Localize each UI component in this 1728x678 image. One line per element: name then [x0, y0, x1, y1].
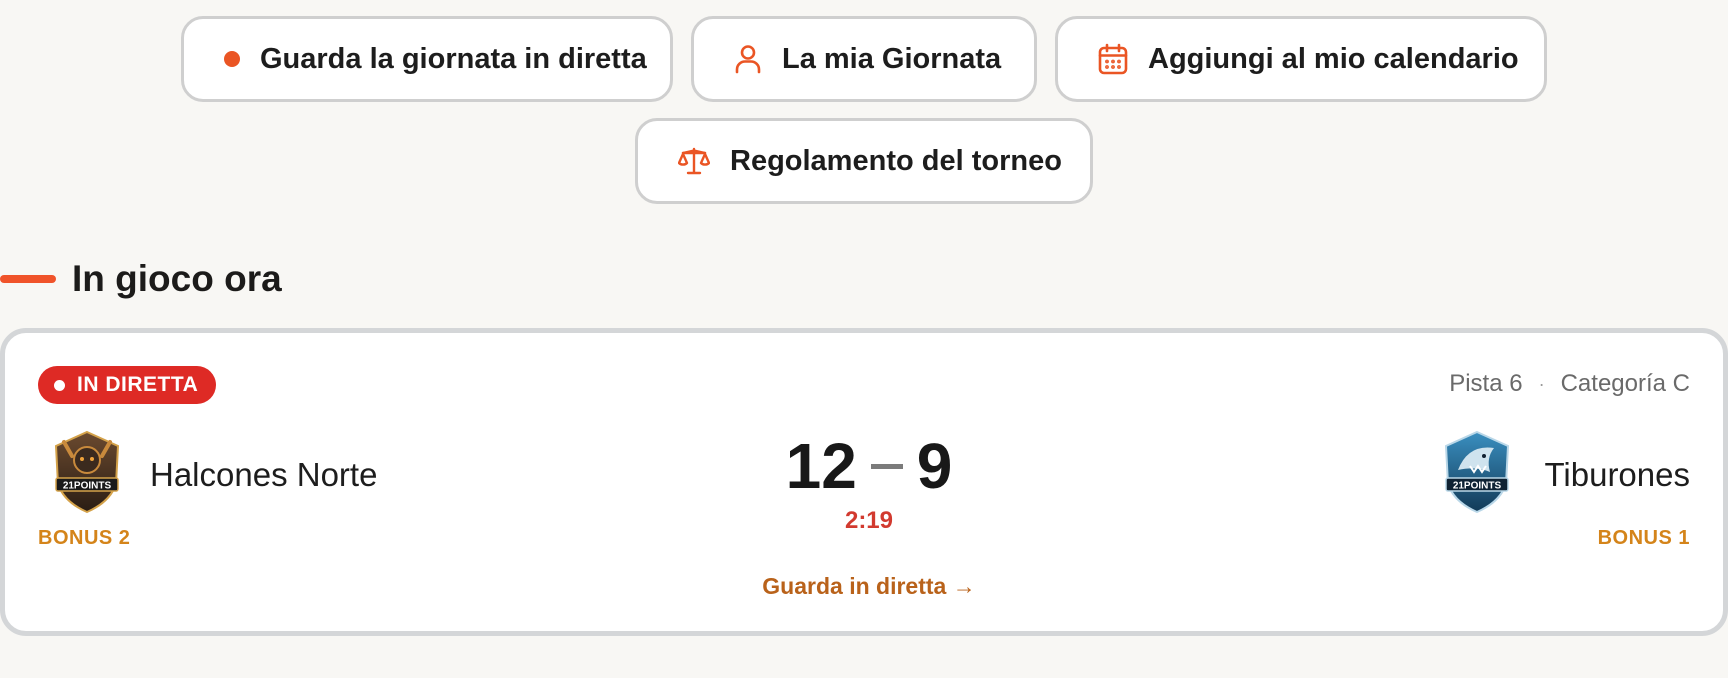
live-status-label: IN DIRETTA: [77, 373, 199, 396]
live-dot-icon: [224, 43, 240, 75]
now-playing-header: In gioco ora: [0, 258, 282, 300]
action-buttons: Guarda la giornata in diretta La mia Gio…: [0, 16, 1728, 204]
add-to-calendar-label: Aggiungi al mio calendario: [1148, 42, 1519, 75]
section-title: In gioco ora: [72, 258, 282, 299]
scoreboard: 12 9: [5, 429, 1728, 503]
add-to-calendar-button[interactable]: Aggiungi al mio calendario: [1055, 16, 1547, 102]
section-accent-bar: [0, 275, 56, 283]
category-label: Categoría C: [1560, 370, 1690, 397]
match-meta: Pista 6 · Categoría C: [1449, 370, 1690, 398]
home-score: 12: [785, 430, 857, 502]
user-icon: [734, 43, 762, 75]
my-day-button[interactable]: La mia Giornata: [691, 16, 1037, 102]
scale-icon: [678, 145, 710, 177]
score-dash: [870, 463, 903, 469]
match-clock: 2:19: [844, 507, 894, 534]
live-status-badge: IN DIRETTA: [38, 366, 217, 404]
meta-separator: ·: [1538, 373, 1545, 394]
watch-live-link[interactable]: Guarda in diretta →: [5, 573, 1728, 600]
court-label: Pista 6: [1449, 370, 1523, 397]
calendar-icon: [1098, 43, 1128, 75]
watch-day-live-button[interactable]: Guarda la giornata in diretta: [181, 16, 673, 102]
live-dot-icon: [54, 379, 65, 391]
watch-day-live-label: Guarda la giornata in diretta: [260, 42, 647, 75]
tournament-rules-label: Regolamento del torneo: [730, 144, 1062, 177]
away-score: 9: [916, 430, 953, 502]
live-match-card[interactable]: IN DIRETTA Pista 6 · Categoría C 21POINT…: [0, 328, 1728, 636]
my-day-label: La mia Giornata: [782, 42, 1002, 75]
tournament-rules-button[interactable]: Regolamento del torneo: [635, 118, 1093, 204]
